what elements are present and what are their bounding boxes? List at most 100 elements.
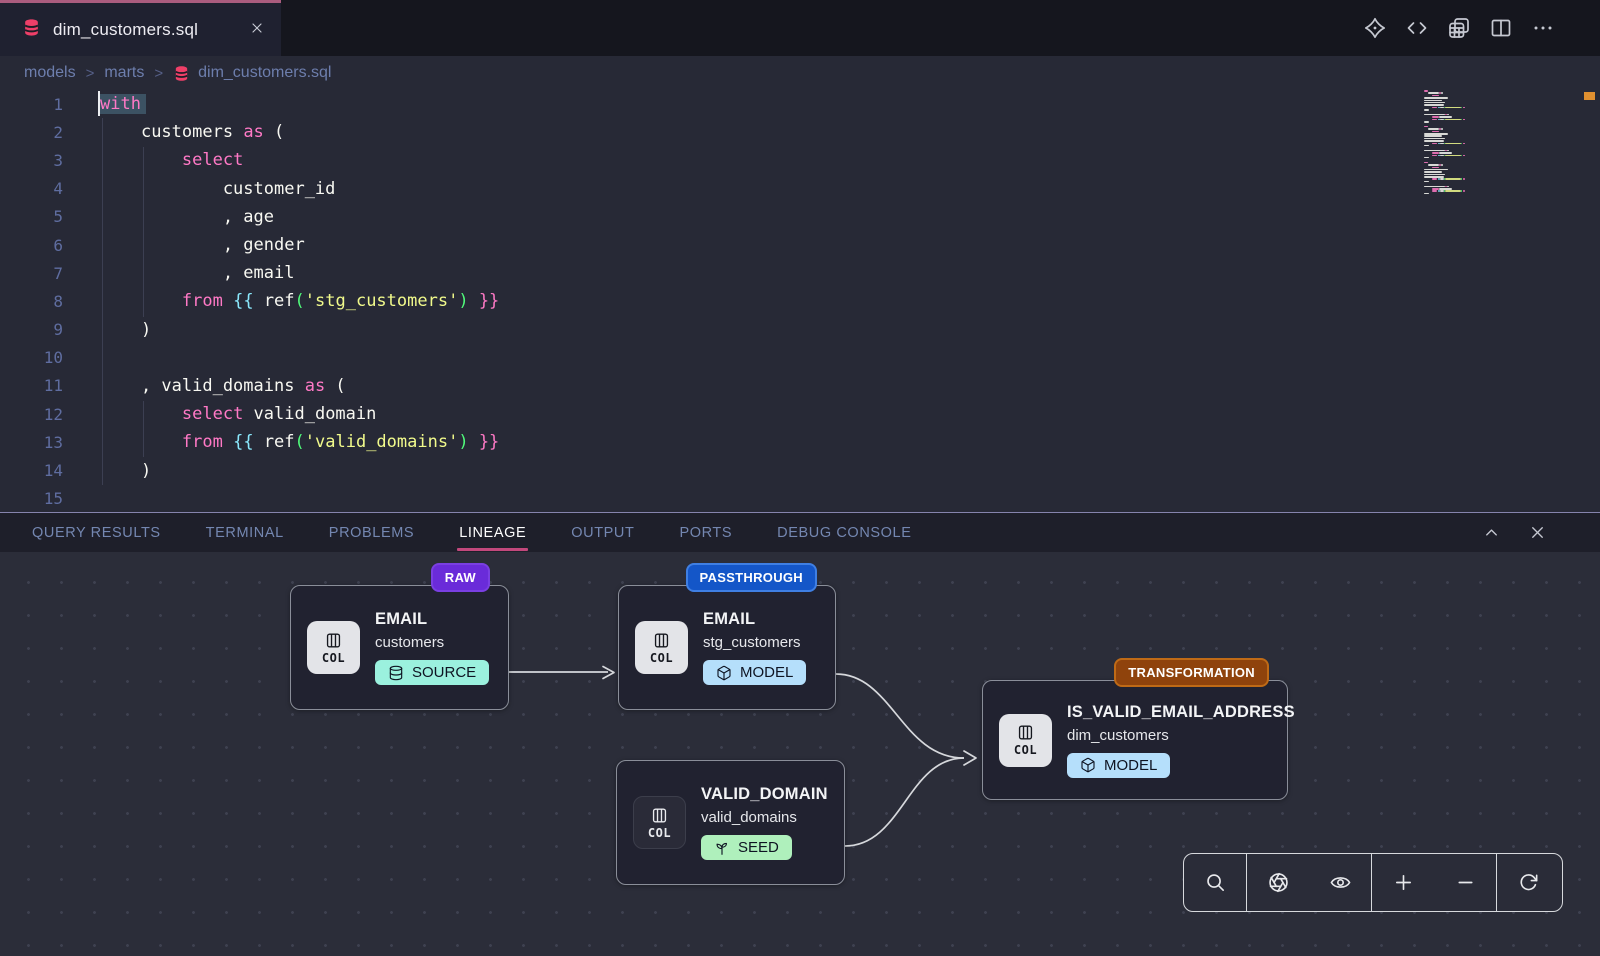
panel-tab-problems[interactable]: PROBLEMS <box>329 525 414 541</box>
lineage-canvas[interactable]: RAWCOLEMAILcustomersSOURCE PASSTHROUGHCOL… <box>0 552 1600 956</box>
query-results-button[interactable] <box>1442 11 1476 45</box>
panel-actions <box>1478 520 1600 546</box>
text-cursor <box>98 91 100 116</box>
more-actions-icon <box>1531 16 1555 40</box>
minimap[interactable] <box>1424 90 1530 198</box>
line-number: 12 <box>0 405 63 424</box>
editor-tab-bar: dim_customers.sql <box>0 0 1600 56</box>
code-line-14: 14 ) <box>0 456 1600 484</box>
code-line-6: 6 , gender <box>0 231 1600 259</box>
minimap-line <box>1424 107 1530 109</box>
toolbar-group <box>1497 854 1559 911</box>
minimap-line <box>1424 114 1530 116</box>
code-text: , email <box>100 263 294 283</box>
line-number: 1 <box>0 95 63 114</box>
badge-label: MODEL <box>1104 757 1157 774</box>
columns-icon <box>1016 723 1035 742</box>
minimap-line <box>1424 116 1530 118</box>
scrollbar-change-marker[interactable] <box>1584 92 1595 100</box>
column-chip: COL <box>999 714 1052 767</box>
minimap-line <box>1424 97 1530 99</box>
eye-button[interactable] <box>1309 855 1371 911</box>
line-number: 9 <box>0 320 63 339</box>
minimap-line <box>1424 195 1530 197</box>
minimap-line <box>1424 123 1530 125</box>
tab-label: dim_customers.sql <box>53 20 198 40</box>
panel-tab-ports[interactable]: PORTS <box>679 525 732 541</box>
panel-tab-debug-console[interactable]: DEBUG CONSOLE <box>777 525 911 541</box>
code-line-15: 15 <box>0 485 1600 512</box>
breadcrumb-item-marts[interactable]: marts <box>104 64 144 82</box>
minimap-line <box>1424 159 1530 161</box>
aperture-button[interactable] <box>1247 855 1309 911</box>
breadcrumb-separator: > <box>154 65 163 82</box>
close-icon[interactable] <box>249 20 265 39</box>
lineage-node-customers[interactable]: RAWCOLEMAILcustomersSOURCE <box>290 585 509 710</box>
lineage-node-stg_customers[interactable]: PASSTHROUGHCOLEMAILstg_customersMODEL <box>618 585 836 710</box>
minimap-line <box>1424 90 1530 92</box>
split-editor-button[interactable] <box>1484 11 1518 45</box>
database-solid-icon <box>173 65 190 82</box>
minimap-line <box>1424 104 1530 106</box>
minimap-line <box>1424 164 1530 166</box>
cube-icon <box>1080 757 1096 773</box>
dbt-button[interactable] <box>1358 11 1392 45</box>
minimap-line <box>1424 167 1530 169</box>
close-icon[interactable] <box>249 20 265 36</box>
minimap-line <box>1424 178 1530 180</box>
code-editor[interactable]: 1with2 customers as (3 select4 customer_… <box>0 90 1600 512</box>
code-text: ) <box>100 461 151 481</box>
search-button[interactable] <box>1184 855 1246 911</box>
minimap-line <box>1424 100 1530 102</box>
columns-icon <box>652 631 671 650</box>
code-line-2: 2 customers as ( <box>0 118 1600 146</box>
more-actions-button[interactable] <box>1526 11 1560 45</box>
code-line-8: 8 from {{ ref('stg_customers') }} <box>0 287 1600 315</box>
minimap-line <box>1424 135 1530 137</box>
code-text: from {{ ref('stg_customers') }} <box>100 291 499 311</box>
line-number: 14 <box>0 461 63 480</box>
line-number: 5 <box>0 207 63 226</box>
panel-tabs: QUERY RESULTS TERMINAL PROBLEMS LINEAGE OUTP… <box>32 525 911 541</box>
line-number: 8 <box>0 292 63 311</box>
panel-tab-output[interactable]: OUTPUT <box>571 525 634 541</box>
chip-label: COL <box>322 651 345 665</box>
editor-tab-dim-customers[interactable]: dim_customers.sql <box>0 0 281 56</box>
line-number: 2 <box>0 123 63 142</box>
minimap-line <box>1424 157 1530 159</box>
panel-tab-query-results[interactable]: QUERY RESULTS <box>32 525 161 541</box>
breadcrumb-item-dim-customers-sql[interactable]: dim_customers.sql <box>173 64 331 82</box>
close-button[interactable] <box>1524 520 1550 546</box>
minimap-line <box>1424 174 1530 176</box>
zoom-in-button[interactable] <box>1372 855 1434 911</box>
edge-valid_domains-to-dim_customers <box>845 758 964 846</box>
minimap-line <box>1424 176 1530 178</box>
lineage-node-dim_customers[interactable]: TRANSFORMATIONCOLIS_VALID_EMAIL_ADDRESSd… <box>982 680 1288 800</box>
breadcrumb-item-models[interactable]: models <box>24 64 76 82</box>
database-icon <box>22 18 41 42</box>
lineage-tag-raw: RAW <box>431 563 490 592</box>
code-button[interactable] <box>1400 11 1434 45</box>
lineage-toolbar <box>1183 853 1563 912</box>
columns-icon <box>650 806 669 825</box>
minimap-line <box>1424 126 1530 128</box>
close-icon <box>1528 523 1547 542</box>
minimap-line <box>1424 109 1530 111</box>
aperture-icon <box>1267 871 1290 894</box>
line-number: 4 <box>0 179 63 198</box>
zoom-out-button[interactable] <box>1434 855 1496 911</box>
minimap-line <box>1424 190 1530 192</box>
minimap-line <box>1424 147 1530 149</box>
lineage-node-valid_domains[interactable]: COLVALID_DOMAINvalid_domainsSEED <box>616 760 845 885</box>
code-line-11: 11 , valid_domains as ( <box>0 372 1600 400</box>
code-line-13: 13 from {{ ref('valid_domains') }} <box>0 428 1600 456</box>
line-number: 7 <box>0 264 63 283</box>
panel-tab-terminal[interactable]: TERMINAL <box>206 525 284 541</box>
panel-tab-lineage[interactable]: LINEAGE <box>459 525 526 541</box>
minimap-line <box>1424 162 1530 164</box>
chevron-up-button[interactable] <box>1478 520 1504 546</box>
line-number: 11 <box>0 376 63 395</box>
refresh-button[interactable] <box>1497 855 1559 911</box>
badge-label: SEED <box>738 839 779 856</box>
breadcrumb-label: dim_customers.sql <box>198 64 331 82</box>
